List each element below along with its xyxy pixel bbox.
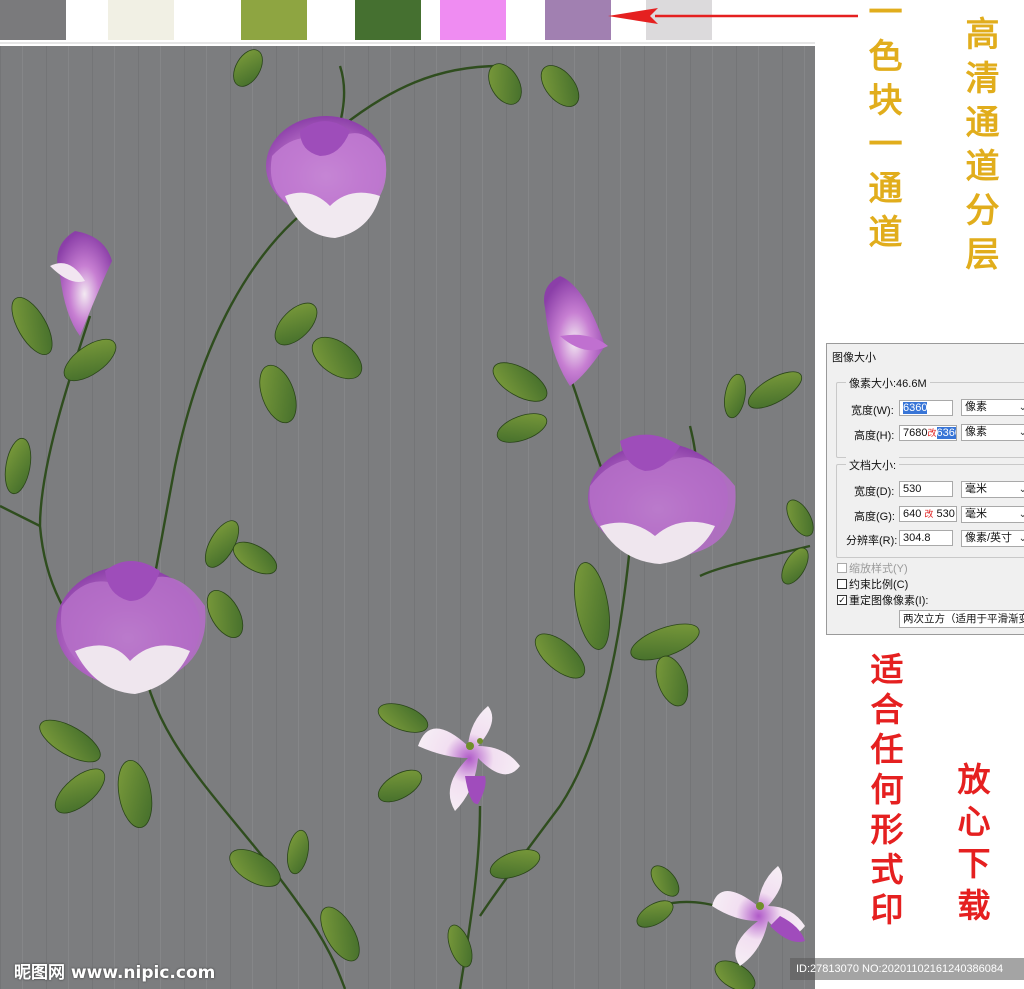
pixel-height-unit: 像素 [965, 426, 987, 438]
resolution-unit-select[interactable]: 像素/英寸 ⌄ [961, 530, 1024, 547]
pixel-height-label: 高度(H): [854, 430, 895, 442]
swatch-cream [108, 0, 174, 40]
pixel-width-unit: 像素 [965, 401, 987, 413]
pixel-height-unit-select[interactable]: 像素 ⌄ [961, 424, 1024, 441]
pixel-width-input[interactable]: 6360 [899, 400, 953, 416]
doc-height-unit-select[interactable]: 毫米 ⌄ [961, 506, 1024, 523]
dialog-title: 图像大小 [832, 352, 876, 364]
caption-hd-channel-layers: 高清通道分层 [959, 16, 999, 280]
scale-styles-checkbox[interactable] [837, 563, 847, 573]
pixel-height-mark: 改 [927, 429, 937, 439]
swatch-olive [241, 0, 307, 40]
pixel-dimensions-group: 像素大小:46.6M 宽度(W): 6360 像素⌄ 高度(H): 7680改6… [836, 375, 1024, 458]
caption-download-worry-free: 放心下载 [952, 762, 991, 930]
image-size-dialog[interactable]: 图像大小 像素大小:46.6M 宽度(W): 6360 像素 ⌄ 高度(H): 7… [826, 343, 1024, 635]
pixel-width-label: 宽度(W): [851, 405, 894, 417]
doc-height-old-value: 640 [903, 508, 922, 520]
caption-one-color-one-channel: 一色块一通道 [862, 0, 902, 258]
pixel-height-value: 6360 [936, 427, 956, 439]
document-size-group: 文档大小: 宽度(D): 530 毫米 ⌄ 高度(G): 640 改 530 毫米… [836, 457, 1024, 558]
doc-height-unit: 毫米 [965, 508, 987, 520]
pixel-dimensions-legend: 像素大小:46.6M [846, 375, 930, 391]
resolution-value: 304.8 [903, 532, 931, 544]
chevron-down-icon: ⌄ [1019, 531, 1024, 546]
resample-option[interactable]: ✓ 重定图像像素(I): [837, 592, 928, 608]
resolution-unit: 像素/英寸 [965, 532, 1013, 544]
swatch-pink [440, 0, 506, 40]
resample-method: 两次立方（适用于平滑渐变 [903, 613, 1024, 625]
resample-checkbox[interactable]: ✓ [837, 595, 847, 605]
doc-height-label: 高度(G): [854, 511, 895, 523]
doc-height-value: 530 [936, 508, 955, 520]
doc-width-unit: 毫米 [965, 483, 987, 495]
chevron-down-icon: ⌄ [1019, 400, 1024, 415]
scale-styles-label: 缩放样式(Y) [849, 563, 908, 575]
divider [0, 42, 815, 44]
resolution-input[interactable]: 304.8 [899, 530, 953, 546]
image-id-label: ID:27813070 NO:20201102161240386084 [790, 958, 1024, 980]
doc-height-mark: 改 [924, 510, 934, 520]
swatch-gray [0, 0, 66, 40]
red-arrow-icon [608, 8, 858, 24]
pixel-width-value: 6360 [903, 402, 928, 414]
pixel-height-old-value: 7680 [903, 427, 928, 439]
constrain-proportions-checkbox[interactable] [837, 579, 847, 589]
resample-method-select[interactable]: 两次立方（适用于平滑渐变 [899, 610, 1024, 628]
constrain-proportions-option[interactable]: 约束比例(C) [837, 576, 908, 592]
pixel-height-input[interactable]: 7680改6360 [899, 425, 957, 441]
nipic-watermark: 昵图网 www.nipic.com [14, 963, 216, 983]
floral-pattern-canvas [0, 46, 815, 989]
chevron-down-icon: ⌄ [1019, 507, 1024, 522]
document-size-legend: 文档大小: [846, 457, 900, 473]
doc-width-label: 宽度(D): [854, 486, 895, 498]
chevron-down-icon: ⌄ [1019, 425, 1024, 440]
resample-label: 重定图像像素(I): [849, 595, 929, 607]
doc-width-input[interactable]: 530 [899, 481, 953, 497]
caption-suitable-any-print: 适合任何形式印 [865, 652, 904, 932]
constrain-proportions-label: 约束比例(C) [849, 579, 909, 591]
resolution-label: 分辨率(R): [846, 535, 898, 547]
scale-styles-option[interactable]: 缩放样式(Y) [837, 560, 908, 576]
chevron-down-icon: ⌄ [1019, 482, 1024, 497]
swatch-dark-green [355, 0, 421, 40]
doc-width-unit-select[interactable]: 毫米 ⌄ [961, 481, 1024, 498]
doc-width-value: 530 [903, 483, 922, 495]
doc-height-input[interactable]: 640 改 530 [899, 506, 957, 522]
pixel-width-unit-select[interactable]: 像素 ⌄ [961, 399, 1024, 416]
